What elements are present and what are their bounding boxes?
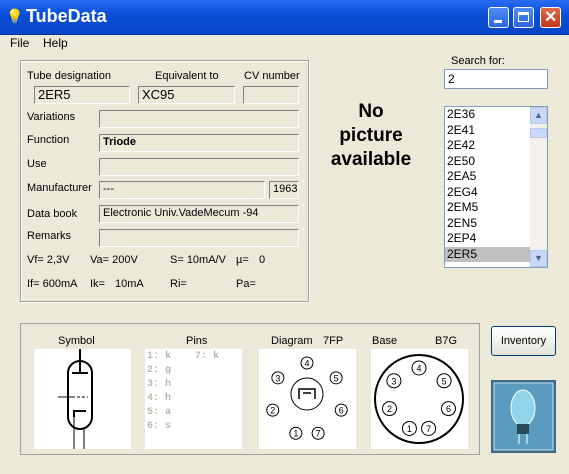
- base-label: Base: [372, 335, 398, 347]
- pin-entry: 1: k: [147, 351, 172, 362]
- maximize-button[interactable]: [513, 7, 534, 28]
- s-value: S= 10mA/V: [170, 254, 226, 266]
- equivalent-label: Equivalent to: [155, 70, 219, 82]
- menu-bar: [0, 34, 569, 52]
- pin-diagram-icon: 1 2 3 4 5 6 7: [266, 356, 348, 440]
- function-label: Function: [27, 134, 70, 146]
- pin-number: 1: [293, 429, 298, 439]
- menu-file[interactable]: File: [10, 36, 29, 50]
- va-value: Va= 200V: [90, 254, 138, 266]
- search-label: Search for:: [451, 55, 505, 67]
- ik-label: Ik=: [90, 278, 105, 290]
- pin-number: 6: [446, 404, 451, 414]
- pin-list-left: 1: k 2: g 3: h 4: h 5: a 6: s: [147, 351, 171, 435]
- pin-entry: 5: a: [147, 407, 172, 418]
- scroll-down-button[interactable]: ▼: [530, 250, 547, 267]
- pin-entry: 2: g: [147, 365, 172, 376]
- pin-number: 5: [334, 373, 339, 383]
- tube-list[interactable]: 2E36 2E41 2E42 2E50 2EA5 2EG4 2EM5 2EN5 2EP4 2ER5…: [444, 106, 548, 268]
- maximize-icon: [518, 12, 529, 22]
- title-bar[interactable]: 💡 TubeData ✕: [0, 0, 569, 35]
- inventory-button[interactable]: Inventory: [491, 326, 556, 356]
- ik-value: 10mA: [115, 278, 144, 290]
- no-picture-message: No picture available: [318, 100, 424, 172]
- equivalent-field[interactable]: XC95: [138, 86, 235, 104]
- close-icon: ✕: [544, 9, 558, 26]
- minimize-icon: [494, 20, 502, 23]
- remarks-label: Remarks: [27, 230, 72, 242]
- no-picture-line3: available: [330, 149, 412, 170]
- manufacturer-field[interactable]: ---: [99, 181, 265, 199]
- symbol-label: Symbol: [58, 335, 95, 347]
- triode-symbol-icon: [58, 349, 93, 449]
- pin-number: 4: [304, 359, 309, 369]
- remarks-field[interactable]: [99, 229, 299, 247]
- symbol-pane: [34, 349, 131, 449]
- pa-label: Pa=: [236, 278, 256, 290]
- pin-entry: 3: h: [147, 379, 172, 390]
- diagram-pane: 1 2 3 4 5 6 7: [259, 349, 356, 449]
- mu-label: µ=: [236, 254, 249, 266]
- no-picture-line1: No: [358, 101, 384, 122]
- close-button[interactable]: ✕: [540, 7, 561, 28]
- menu-help[interactable]: Help: [43, 36, 68, 50]
- scroll-up-button[interactable]: ▲: [530, 107, 547, 124]
- cv-number-label: CV number: [244, 70, 300, 82]
- pin-number: 4: [416, 364, 421, 374]
- diagram-label: Diagram: [271, 335, 313, 347]
- base-pane: 1 2 3 4 5 6 7: [371, 349, 468, 449]
- pin-number: 7: [316, 429, 321, 439]
- no-picture-line2: picture: [339, 125, 403, 146]
- ri-label: Ri=: [170, 278, 187, 290]
- pin-number: 6: [339, 406, 344, 416]
- function-field[interactable]: Triode: [99, 134, 299, 152]
- cv-number-field[interactable]: [243, 86, 299, 104]
- app-icon: 💡: [6, 8, 24, 24]
- pin-number: 2: [270, 406, 275, 416]
- pin-number: 7: [426, 424, 431, 434]
- pin-entry: 4: h: [147, 393, 172, 404]
- list-scrollbar[interactable]: ▲ ▼: [530, 107, 547, 267]
- diagram-code: 7FP: [323, 335, 344, 347]
- vf-value: Vf= 2,3V: [27, 254, 70, 266]
- base-pinout-icon: 1 2 3 4 5 6 7: [374, 354, 464, 444]
- pin-list-right: 7: k: [195, 351, 219, 365]
- variations-label: Variations: [27, 111, 76, 123]
- pin-number: 5: [442, 376, 447, 386]
- window-title: TubeData: [26, 6, 107, 26]
- use-field[interactable]: [99, 158, 299, 176]
- tube-designation-label: Tube designation: [27, 70, 111, 82]
- manufacturer-label: Manufacturer: [27, 182, 92, 194]
- pin-number: 3: [391, 376, 396, 386]
- use-label: Use: [27, 158, 47, 170]
- year-field[interactable]: 1963: [269, 181, 299, 199]
- pins-label: Pins: [186, 335, 208, 347]
- pin-entry: 6: s: [147, 421, 172, 432]
- pin-number: 1: [407, 424, 412, 434]
- search-input[interactable]: 2: [444, 69, 548, 89]
- pins-pane: 1: k 2: g 3: h 4: h 5: a 6: s 7: k: [145, 349, 242, 449]
- scroll-thumb[interactable]: [530, 128, 547, 138]
- databook-label: Data book: [27, 208, 78, 220]
- tube-logo-image: [491, 380, 556, 453]
- pin-number: 3: [275, 373, 280, 383]
- pin-number: 2: [387, 404, 392, 414]
- variations-field[interactable]: [99, 110, 299, 128]
- minimize-button[interactable]: [488, 7, 509, 28]
- tube-designation-field[interactable]: 2ER5: [34, 86, 130, 104]
- mu-value: 0: [259, 254, 266, 266]
- pin-entry: 7: k: [195, 351, 220, 362]
- base-code: B7G: [435, 335, 458, 347]
- if-value: If= 600mA: [27, 278, 78, 290]
- databook-field[interactable]: Electronic Univ.VadeMecum -94: [99, 205, 299, 223]
